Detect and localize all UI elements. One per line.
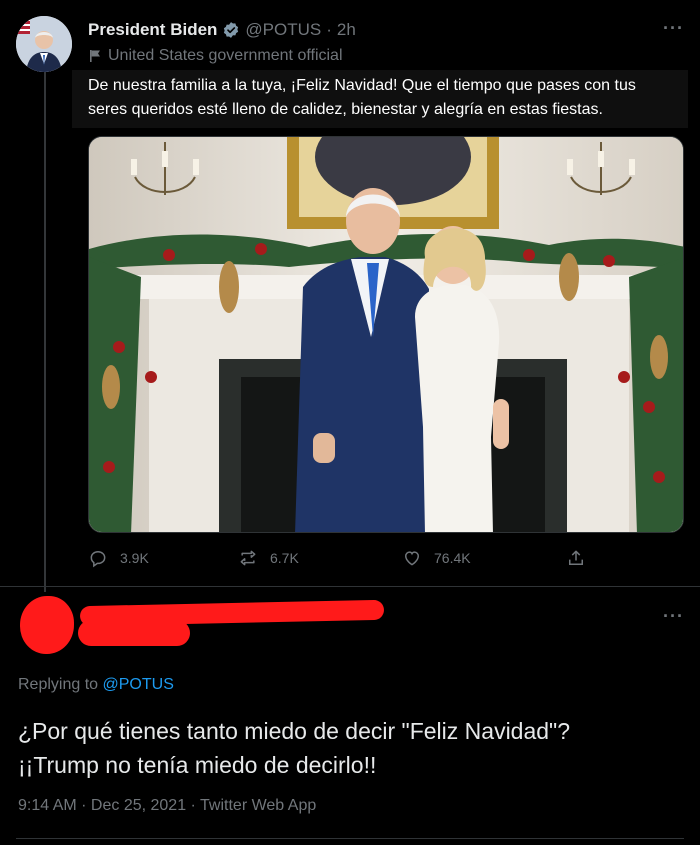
government-label-text: United States government official (108, 47, 343, 64)
replying-mention-link[interactable]: @POTUS (103, 676, 174, 693)
retweet-icon (240, 550, 256, 566)
reply-text-line-2: ¡¡Trump no tenía miedo de decirlo!! (18, 752, 377, 778)
tweet-actions: 3.9K 6.7K 76.4K (88, 548, 588, 572)
reply-text-line-1: ¿Por qué tienes tanto miedo de decir "Fe… (18, 718, 571, 744)
author-handle[interactable]: @POTUS (245, 20, 321, 40)
thread-line (44, 72, 46, 592)
reply-timestamp[interactable]: 9:14 AM · Dec 25, 2021 · Twitter Web App (18, 797, 316, 815)
like-action[interactable]: 76.4K (402, 548, 471, 568)
more-icon[interactable]: ··· (663, 606, 684, 627)
divider (0, 586, 700, 587)
tweet-text: De nuestra familia a la tuya, ¡Feliz Nav… (72, 70, 688, 128)
flag-icon (90, 50, 100, 62)
tweet-header: President Biden @POTUS · 2h (88, 18, 680, 42)
like-icon (404, 551, 420, 566)
replying-prefix: Replying to (18, 676, 99, 693)
share-icon (569, 550, 583, 565)
replying-to: Replying to @POTUS (18, 676, 174, 694)
divider (16, 838, 684, 839)
like-count: 76.4K (434, 550, 471, 566)
twitter-screenshot: President Biden @POTUS · 2h ··· United S… (0, 0, 700, 845)
author-avatar[interactable] (16, 16, 72, 72)
share-action[interactable] (566, 548, 586, 568)
tweet-time[interactable]: 2h (337, 20, 356, 40)
reply-icon (90, 550, 106, 568)
retweet-count: 6.7K (270, 550, 299, 566)
reply-action[interactable]: 3.9K (88, 548, 149, 568)
tweet-photo[interactable] (88, 136, 684, 533)
more-icon[interactable]: ··· (663, 18, 684, 39)
government-label: United States government official (88, 47, 343, 65)
separator-dot: · (326, 20, 332, 39)
verified-badge-icon (222, 21, 240, 39)
reply-count: 3.9K (120, 550, 149, 566)
redacted-avatar (20, 596, 74, 654)
reply-text: ¿Por qué tienes tanto miedo de decir "Fe… (18, 714, 688, 782)
redacted-handle (78, 620, 190, 646)
author-name[interactable]: President Biden (88, 20, 217, 40)
retweet-action[interactable]: 6.7K (238, 548, 299, 568)
